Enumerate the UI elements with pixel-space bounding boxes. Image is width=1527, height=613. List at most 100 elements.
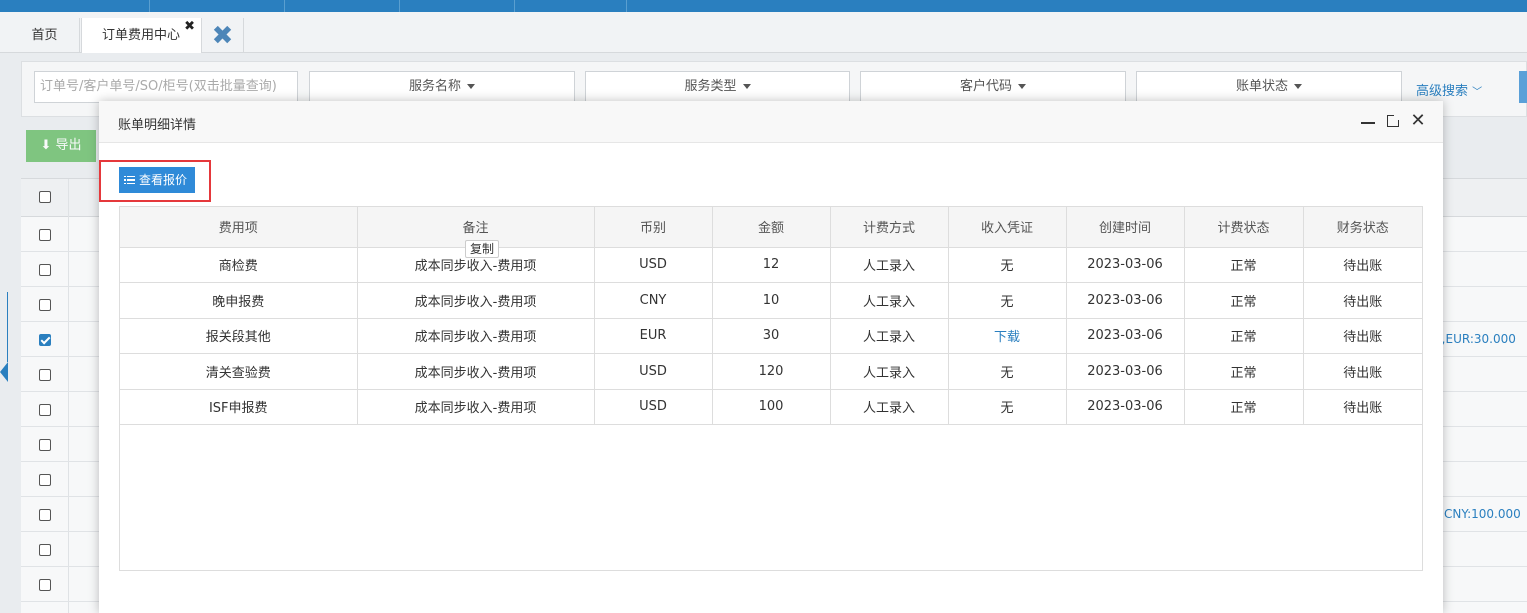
filter-label: 服务名称 [408,79,461,94]
cell-amount: 100 [712,389,831,425]
row-amount-text: CNY:100.000 [1444,507,1521,521]
view-quote-button[interactable]: 查看报价 [119,167,195,193]
cell-billing-method: 人工录入 [830,353,949,390]
advanced-search-label: 高级搜索 [1416,84,1469,99]
row-checkbox[interactable] [39,369,51,381]
cell-finance-status: 待出账 [1303,318,1422,354]
filter-service-name[interactable]: 服务名称 [309,71,575,103]
column-header[interactable]: 费用项 [120,207,358,248]
filter-service-type[interactable]: 服务类型 [585,71,850,103]
cell-billing-status: 正常 [1184,318,1304,354]
column-header[interactable]: 创建时间 [1066,207,1185,248]
cell-billing-method: 人工录入 [830,247,949,283]
cell-income-voucher: 无 [948,282,1067,319]
row-checkbox[interactable] [39,474,51,486]
cell-amount: 120 [712,353,831,390]
top-nav-item[interactable] [0,0,150,12]
column-header[interactable]: 计费状态 [1184,207,1304,248]
cell-amount: 12 [712,247,831,283]
cell-billing-method: 人工录入 [830,282,949,319]
export-button[interactable]: ⬇ 导出 [26,130,96,162]
table-row[interactable]: 商检费 成本同步收入-费用项 USD 12 人工录入 无 2023-03-06 … [120,247,1422,283]
caret-down-icon [742,84,751,89]
cell-created-time: 2023-03-06 [1066,353,1185,390]
close-button[interactable]: ✕ [1408,111,1428,131]
filter-customer-code[interactable]: 客户代码 [860,71,1126,103]
cell-finance-status: 待出账 [1303,389,1422,425]
table-row[interactable]: 报关段其他 成本同步收入-费用项 EUR 30 人工录入 下载 2023-03-… [120,318,1422,354]
table-row[interactable]: 清关查验费 成本同步收入-费用项 USD 120 人工录入 无 2023-03-… [120,353,1422,390]
top-nav-item[interactable] [400,0,515,12]
row-checkbox[interactable] [39,544,51,556]
row-checkbox[interactable] [39,299,51,311]
cell-currency: USD [594,247,713,283]
tab-active-label: 订单费用中心 [102,28,181,43]
cell-fee-item: 商检费 [120,247,358,283]
caret-down-icon [1294,84,1302,89]
top-nav-bar [0,0,1527,12]
copy-tooltip[interactable]: 复制 [465,240,500,258]
filter-bill-status[interactable]: 账单状态 [1136,71,1402,103]
cell-created-time: 2023-03-06 [1066,318,1185,354]
cell-fee-item: 报关段其他 [120,318,358,354]
cell-currency: USD [594,389,713,425]
cell-income-voucher: 无 [948,389,1067,425]
dialog-header: 账单明细详情 ✕ [99,101,1443,143]
cell-amount: 10 [712,282,831,319]
cell-fee-item: 清关查验费 [120,353,358,390]
tab-close-icon[interactable]: ✖ [184,9,195,44]
row-amount-text: ),EUR:30.000 [1437,332,1516,346]
column-header[interactable]: 计费方式 [830,207,949,248]
caret-down-icon [1018,84,1026,89]
tab-home-label: 首页 [31,28,58,43]
top-nav-item[interactable] [515,0,627,12]
cell-billing-status: 正常 [1184,282,1304,319]
search-input[interactable]: 订单号/客户单号/SO/柜号(双击批量查询) [34,71,298,103]
top-nav-item[interactable] [150,0,285,12]
close-all-tabs-button[interactable]: ✖ [202,18,244,53]
cell-billing-status: 正常 [1184,353,1304,390]
column-header[interactable]: 财务状态 [1303,207,1422,248]
select-all-checkbox[interactable] [39,191,51,203]
column-header[interactable]: 币别 [594,207,713,248]
cell-currency: USD [594,353,713,390]
cell-income-voucher: 无 [948,353,1067,390]
column-header[interactable]: 收入凭证 [948,207,1067,248]
tab-order-fee-center[interactable]: 订单费用中心 ✖ [81,18,202,53]
cell-fee-item: 晚申报费 [120,282,358,319]
maximize-button[interactable] [1383,111,1403,131]
minimize-button[interactable] [1358,111,1378,131]
filter-label: 服务类型 [684,79,737,94]
table-row[interactable]: ISF申报费 成本同步收入-费用项 USD 100 人工录入 无 2023-03… [120,389,1422,425]
cell-billing-status: 正常 [1184,247,1304,283]
row-checkbox-checked[interactable] [39,334,51,346]
view-quote-label: 查看报价 [139,173,188,187]
sidebar-toggle-handle[interactable] [0,292,8,402]
cell-created-time: 2023-03-06 [1066,282,1185,319]
list-icon [124,175,135,185]
table-row[interactable]: 晚申报费 成本同步收入-费用项 CNY 10 人工录入 无 2023-03-06… [120,282,1422,319]
column-header[interactable]: 金额 [712,207,831,248]
cell-billing-method: 人工录入 [830,389,949,425]
row-checkbox[interactable] [39,509,51,521]
filter-label: 客户代码 [959,79,1012,94]
row-checkbox[interactable] [39,439,51,451]
advanced-search-link[interactable]: 高级搜索 ﹀ [1416,80,1482,99]
row-checkbox[interactable] [39,579,51,591]
download-voucher-link[interactable]: 下载 [948,318,1067,354]
minimize-icon [1361,122,1375,124]
maximize-icon [1387,114,1400,127]
tab-home[interactable]: 首页 [10,18,80,53]
top-nav-item[interactable] [285,0,400,12]
cell-billing-method: 人工录入 [830,318,949,354]
cell-remark: 成本同步收入-费用项 [357,318,595,354]
cell-finance-status: 待出账 [1303,247,1422,283]
cell-created-time: 2023-03-06 [1066,389,1185,425]
row-checkbox[interactable] [39,264,51,276]
fee-detail-table: 费用项 备注 币别 金额 计费方式 收入凭证 创建时间 计费状态 财务状态 商检… [119,206,1423,571]
search-button[interactable] [1519,71,1527,103]
row-checkbox[interactable] [39,229,51,241]
download-icon: ⬇ [40,138,52,153]
row-checkbox[interactable] [39,404,51,416]
cell-finance-status: 待出账 [1303,282,1422,319]
